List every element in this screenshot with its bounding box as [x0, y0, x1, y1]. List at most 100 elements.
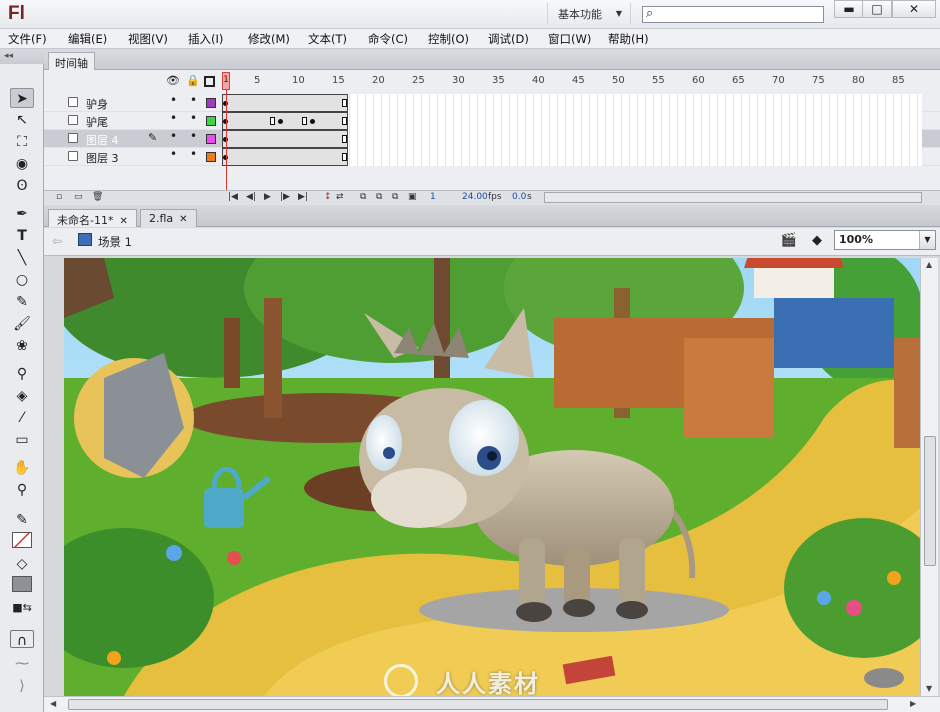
menu-file[interactable]: 文件(F)	[8, 31, 47, 47]
layer-color-swatch[interactable]	[206, 98, 216, 108]
swap-colors-icon[interactable]: ■⇆	[10, 598, 34, 618]
onion-markers-icon[interactable]: ▣	[408, 192, 417, 202]
onion-outline-icon[interactable]: ⧉	[376, 192, 382, 202]
frame-track[interactable]	[222, 112, 922, 130]
menu-help[interactable]: 帮助(H)	[608, 31, 649, 47]
visibility-dot[interactable]: •	[170, 147, 177, 161]
subselection-tool-icon[interactable]: ↖	[10, 110, 34, 130]
collapse-icon[interactable]: ◂◂	[0, 50, 44, 64]
menu-edit[interactable]: 编辑(E)	[68, 31, 107, 47]
menu-commands[interactable]: 命令(C)	[368, 31, 408, 47]
loop-icon[interactable]: ⇄	[336, 192, 344, 202]
zoom-select[interactable]: 100% ▼	[834, 230, 936, 250]
layer-color-swatch[interactable]	[206, 134, 216, 144]
keyframe[interactable]	[278, 119, 283, 124]
lock-dot[interactable]: •	[190, 111, 197, 125]
menu-debug[interactable]: 调试(D)	[488, 31, 529, 47]
text-tool-icon[interactable]: T	[10, 226, 34, 246]
center-frame-icon[interactable]: ↕	[324, 192, 332, 202]
snap-magnet-icon[interactable]: ∩	[10, 630, 34, 649]
end-frame[interactable]	[342, 135, 347, 143]
frame-track[interactable]	[222, 94, 922, 112]
layer-name[interactable]: 图层 3	[86, 150, 119, 166]
eraser-tool-icon[interactable]: ▭	[10, 430, 34, 450]
scene-breadcrumb[interactable]: 场景 1	[98, 234, 132, 250]
pencil-tool-icon[interactable]: ✎	[10, 292, 34, 312]
paint-bucket-tool-icon[interactable]: ◈	[10, 386, 34, 406]
layer-row[interactable]: 图层 3 • •	[44, 147, 940, 166]
fill-color-icon[interactable]: ◇	[10, 554, 34, 574]
maximize-button[interactable]: □	[862, 0, 892, 18]
last-frame-icon[interactable]: ▶|	[298, 192, 308, 202]
scroll-right-icon[interactable]: ▶	[910, 699, 916, 708]
layer-color-swatch[interactable]	[206, 116, 216, 126]
lock-dot[interactable]: •	[190, 93, 197, 107]
onion-skin-icon[interactable]: ⧉	[360, 192, 366, 202]
workspace-switcher[interactable]: 基本功能 ▼	[547, 3, 631, 24]
delete-layer-icon[interactable]: 🗑	[92, 192, 103, 202]
back-arrow-icon[interactable]: ⇦	[52, 234, 62, 248]
end-frame[interactable]	[342, 99, 347, 107]
stroke-color-icon[interactable]: ✎	[10, 510, 34, 530]
scroll-up-icon[interactable]: ▲	[926, 260, 932, 269]
playhead[interactable]: 1	[222, 72, 230, 90]
end-frame[interactable]	[270, 117, 275, 125]
brush-tool-icon[interactable]: 🖌	[10, 314, 34, 334]
pen-tool-icon[interactable]: ✒	[10, 204, 34, 224]
layer-row[interactable]: 图层 4 ✎ • •	[44, 129, 940, 148]
scroll-thumb[interactable]	[68, 699, 888, 710]
fill-swatch[interactable]	[12, 576, 32, 592]
eyedropper-tool-icon[interactable]: ⁄	[10, 408, 34, 428]
minimize-button[interactable]: ▬	[834, 0, 864, 18]
timeline-hscroll[interactable]	[544, 192, 922, 203]
frame-rate[interactable]: 24.00	[462, 192, 488, 202]
search-input[interactable]: ⌕	[642, 6, 824, 23]
hand-tool-icon[interactable]: ✋	[10, 458, 34, 478]
edit-scene-icon[interactable]: 🎬	[780, 233, 798, 249]
stage-vertical-scrollbar[interactable]: ▲ ▼	[920, 258, 938, 696]
stage-horizontal-scrollbar[interactable]: ◀ ▶	[44, 696, 940, 712]
first-frame-icon[interactable]: |◀	[228, 192, 238, 202]
menu-view[interactable]: 视图(V)	[128, 31, 168, 47]
menu-text[interactable]: 文本(T)	[308, 31, 347, 47]
deco-tool-icon[interactable]: ❀	[10, 336, 34, 356]
bone-tool-icon[interactable]: ⚲	[10, 364, 34, 384]
zoom-tool-icon[interactable]: ⚲	[10, 480, 34, 500]
edit-symbols-icon[interactable]: ◆	[808, 233, 826, 249]
chevron-down-icon[interactable]: ▼	[919, 231, 935, 249]
stroke-swatch[interactable]	[12, 532, 32, 548]
new-folder-icon[interactable]: ▭	[74, 192, 83, 202]
layer-name[interactable]: 驴身	[86, 96, 108, 112]
visibility-dot[interactable]: •	[170, 111, 177, 125]
layer-row[interactable]: 驴身 • •	[44, 93, 940, 112]
current-frame[interactable]: 1	[430, 192, 436, 202]
visibility-dot[interactable]: •	[170, 93, 177, 107]
tab-document-untitled[interactable]: 未命名-11* ✕	[48, 209, 137, 227]
visibility-dot[interactable]: •	[170, 129, 177, 143]
layer-name[interactable]: 驴尾	[86, 114, 108, 130]
outline-icon[interactable]	[204, 76, 215, 87]
new-layer-icon[interactable]: ▫	[56, 192, 62, 202]
selection-tool-icon[interactable]: ➤	[10, 88, 34, 108]
menu-window[interactable]: 窗口(W)	[548, 31, 591, 47]
tab-document-2fla[interactable]: 2.fla ✕	[140, 209, 197, 227]
edit-multiple-icon[interactable]: ⧉	[392, 192, 398, 202]
menu-control[interactable]: 控制(O)	[428, 31, 469, 47]
next-frame-icon[interactable]: |▶	[280, 192, 290, 202]
frame-ruler[interactable]: 1 5 10 15 20 25 30 35 40 45 50 55 60 65 …	[222, 72, 922, 90]
end-frame[interactable]	[342, 117, 347, 125]
layer-color-swatch[interactable]	[206, 152, 216, 162]
scroll-thumb[interactable]	[924, 436, 936, 566]
keyframe[interactable]	[310, 119, 315, 124]
close-icon[interactable]: ✕	[119, 216, 127, 227]
menu-modify[interactable]: 修改(M)	[248, 31, 290, 47]
lasso-tool-icon[interactable]: ʘ	[10, 176, 34, 196]
scroll-down-icon[interactable]: ▼	[926, 684, 932, 693]
prev-frame-icon[interactable]: ◀|	[246, 192, 256, 202]
free-transform-tool-icon[interactable]: ⛶	[10, 132, 34, 152]
frame-track[interactable]	[222, 148, 922, 166]
play-icon[interactable]: ▶	[264, 192, 271, 202]
lock-icon[interactable]: 🔒	[186, 74, 200, 87]
close-icon[interactable]: ✕	[179, 214, 187, 225]
frame-track[interactable]	[222, 130, 922, 148]
